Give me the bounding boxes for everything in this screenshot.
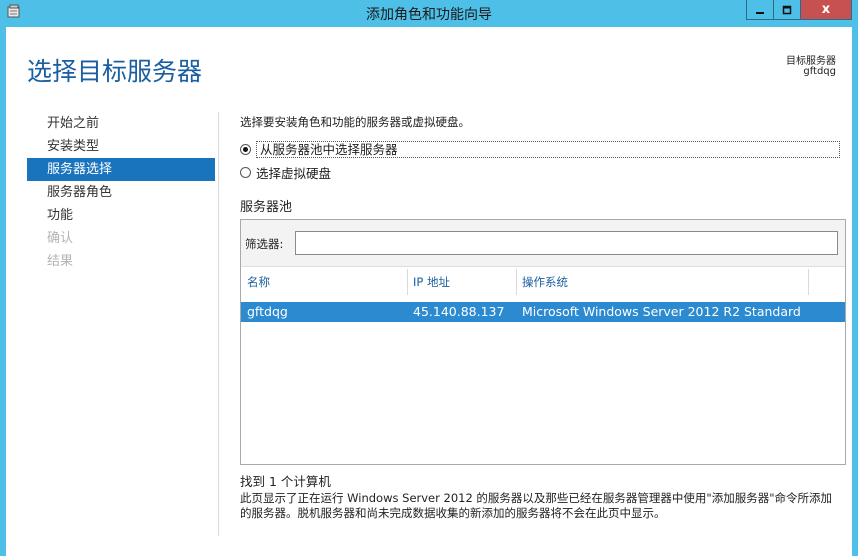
- close-icon: x: [821, 2, 831, 17]
- filter-bar: 筛选器:: [241, 220, 845, 267]
- nav-item-confirmation: 确认: [47, 231, 74, 246]
- wizard-nav: 开始之前 安装类型 服务器选择 服务器角色 功能 确认 结果: [27, 112, 215, 273]
- minimize-icon: [756, 11, 764, 14]
- nav-item-before-you-begin[interactable]: 开始之前: [27, 112, 215, 135]
- filter-input[interactable]: [295, 231, 838, 255]
- nav-item-results: 结果: [47, 254, 74, 269]
- nav-item-server-roles[interactable]: 服务器角色: [27, 181, 215, 204]
- option-server-pool-label[interactable]: 从服务器池中选择服务器: [256, 141, 840, 158]
- target-server-value: gftdqg: [803, 66, 836, 77]
- nav-item-installation-type[interactable]: 安装类型: [27, 135, 215, 158]
- option-virtual-disk[interactable]: 选择虚拟硬盘: [240, 163, 331, 182]
- step-description: 选择要安装角色和功能的服务器或虚拟硬盘。: [240, 115, 470, 129]
- cell-os: Microsoft Windows Server 2012 R2 Standar…: [522, 304, 801, 319]
- close-button[interactable]: x: [800, 0, 852, 20]
- minimize-button[interactable]: [746, 0, 774, 20]
- nav-divider: [218, 112, 219, 536]
- page-title: 选择目标服务器: [27, 57, 203, 86]
- nav-item-server-selection[interactable]: 服务器选择: [27, 158, 215, 181]
- option-server-pool[interactable]: 从服务器池中选择服务器: [240, 141, 840, 158]
- info-note: 此页显示了正在运行 Windows Server 2012 的服务器以及那些已经…: [240, 491, 833, 520]
- title-bar[interactable]: 添加角色和功能向导 x: [0, 0, 858, 27]
- maximize-button[interactable]: [773, 0, 801, 20]
- cell-name: gftdqg: [247, 304, 288, 319]
- window-frame-left: [0, 27, 6, 556]
- target-server-label: 目标服务器: [786, 56, 836, 67]
- nav-item-features[interactable]: 功能: [27, 204, 215, 227]
- column-header-os[interactable]: 操作系统: [516, 269, 808, 295]
- cell-ip: 45.140.88.137: [413, 304, 505, 319]
- maximize-icon: [782, 5, 792, 14]
- server-pool-list: 筛选器: 名称 IP 地址 操作系统 gftdqg 45.140.88.137 …: [240, 219, 846, 465]
- column-divider[interactable]: [808, 269, 809, 295]
- filter-label: 筛选器:: [245, 237, 284, 251]
- table-row[interactable]: gftdqg 45.140.88.137 Microsoft Windows S…: [241, 302, 845, 322]
- window-title: 添加角色和功能向导: [366, 7, 492, 23]
- option-virtual-disk-label[interactable]: 选择虚拟硬盘: [256, 163, 331, 182]
- wizard-window: 添加角色和功能向导 x 选择目标服务器 目标服务器 gftdqg 开始之前 安装…: [0, 0, 858, 556]
- column-header-name[interactable]: 名称: [241, 269, 407, 295]
- server-pool-heading: 服务器池: [240, 200, 293, 215]
- radio-button-unchecked[interactable]: [240, 167, 251, 178]
- radio-button-checked[interactable]: [240, 144, 251, 155]
- window-frame-right: [852, 27, 858, 556]
- found-count: 找到 1 个计算机: [240, 474, 331, 489]
- column-header-ip[interactable]: IP 地址: [407, 269, 516, 295]
